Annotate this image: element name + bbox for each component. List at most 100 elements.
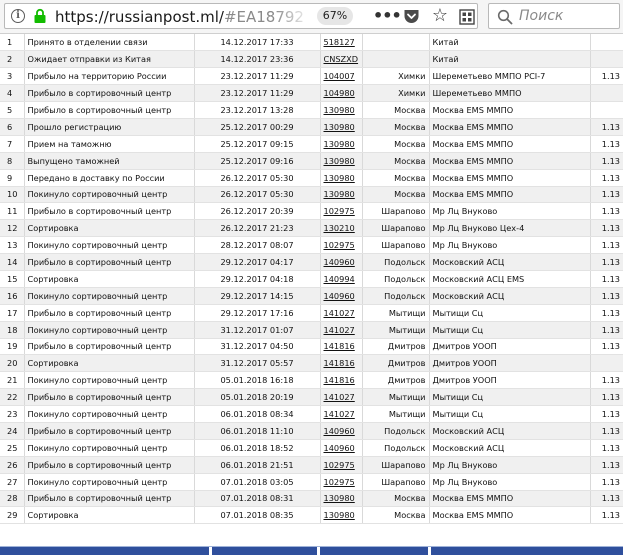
postal-index[interactable]: 130980: [320, 152, 363, 170]
postal-index[interactable]: 141027: [320, 405, 363, 423]
parcel-weight: 1.13: [590, 321, 623, 339]
operation-status: Ожидает отправки из Китая: [24, 50, 195, 69]
table-row: 4 Прибыло в сортировочный центр 23.12.2017…: [0, 84, 623, 103]
row-number: 22: [0, 388, 25, 407]
operation-date: 14.12.2017 23:36: [194, 50, 321, 69]
row-number: 21: [0, 371, 25, 390]
row-number: 11: [0, 202, 25, 221]
city-name: Мытищи: [362, 304, 430, 322]
postal-index[interactable]: 102975: [320, 202, 363, 221]
office-name: Дмитров УООП: [429, 371, 591, 390]
operation-status: Прибыло на территорию России: [24, 67, 195, 86]
reader-grid-icon[interactable]: [459, 9, 475, 25]
office-name: Московский АСЦ: [429, 253, 591, 271]
city-name: [362, 34, 430, 52]
city-name: Дмитров: [362, 371, 430, 390]
bookmark-star-icon[interactable]: ☆: [430, 6, 450, 26]
address-bar[interactable]: i https://russianpost.ml/#EA18792 67% ••…: [4, 3, 478, 29]
postal-index[interactable]: 130980: [320, 490, 363, 508]
office-name: Китай: [429, 50, 591, 69]
parcel-weight: [590, 101, 623, 119]
url-text[interactable]: https://russianpost.ml/#EA18792: [55, 7, 313, 27]
row-number: 5: [0, 101, 25, 119]
search-input[interactable]: [519, 7, 615, 25]
page-actions-menu-icon[interactable]: •••: [373, 8, 402, 26]
postal-index[interactable]: 140960: [320, 253, 363, 271]
table-row: 14 Прибыло в сортировочный центр 29.12.201…: [0, 253, 623, 271]
operation-date: 28.12.2017 08:07: [194, 236, 321, 255]
parcel-weight: 1.13: [590, 422, 623, 440]
office-name: Московский АСЦ: [429, 439, 591, 457]
postal-index[interactable]: 104980: [320, 84, 363, 103]
table-row: 21 Покинуло сортировочный центр 05.01.2018…: [0, 371, 623, 390]
postal-index[interactable]: 130980: [320, 118, 363, 136]
parcel-weight: 1.13: [590, 135, 623, 153]
row-number: 9: [0, 169, 25, 187]
office-name: Мытищи Сц: [429, 388, 591, 407]
tracking-rows: 1 Принято в отделении связи 14.12.2017 17:…: [0, 34, 623, 525]
row-number: 24: [0, 422, 25, 440]
postal-index[interactable]: 130980: [320, 186, 363, 204]
postal-index[interactable]: 141816: [320, 371, 363, 390]
city-name: Москва: [362, 169, 430, 187]
operation-date: 05.01.2018 20:19: [194, 388, 321, 407]
operation-date: 26.12.2017 05:30: [194, 186, 321, 204]
parcel-weight: 1.13: [590, 371, 623, 390]
office-name: Мр Лц Внуково: [429, 236, 591, 255]
city-name: Москва: [362, 506, 430, 525]
operation-date: 23.12.2017 13:28: [194, 101, 321, 119]
lock-icon[interactable]: [33, 8, 47, 24]
postal-index[interactable]: 130980: [320, 101, 363, 119]
postal-index[interactable]: 140960: [320, 439, 363, 457]
postal-index[interactable]: 140960: [320, 422, 363, 440]
table-row: 5 Прибыло в сортировочный центр 23.12.2017…: [0, 101, 623, 119]
city-name: Шарапово: [362, 236, 430, 255]
table-row: 16 Покинуло сортировочный центр 29.12.2017…: [0, 287, 623, 305]
pocket-icon[interactable]: [403, 8, 420, 25]
operation-date: 31.12.2017 04:50: [194, 338, 321, 356]
operation-status: Прибыло в сортировочный центр: [24, 388, 195, 407]
operation-date: 06.01.2018 08:34: [194, 405, 321, 423]
postal-index[interactable]: 518127: [320, 34, 363, 52]
zoom-level-button[interactable]: 67%: [317, 7, 353, 25]
postal-index[interactable]: 130980: [320, 169, 363, 187]
site-info-icon[interactable]: i: [11, 9, 25, 23]
postal-index[interactable]: 102975: [320, 236, 363, 255]
search-bar[interactable]: [488, 3, 620, 29]
postal-index[interactable]: 102975: [320, 456, 363, 474]
postal-index[interactable]: 141816: [320, 354, 363, 373]
city-name: Дмитров: [362, 354, 430, 373]
postal-index[interactable]: 130210: [320, 219, 363, 238]
table-row: 27 Покинуло сортировочный центр 07.01.2018…: [0, 473, 623, 491]
city-name: Подольск: [362, 439, 430, 457]
parcel-weight: [590, 34, 623, 52]
postal-index[interactable]: 141816: [320, 338, 363, 356]
postal-index[interactable]: 130980: [320, 135, 363, 153]
postal-index[interactable]: 141027: [320, 304, 363, 322]
table-row: 13 Покинуло сортировочный центр 28.12.2017…: [0, 236, 623, 255]
parcel-weight: 1.13: [590, 202, 623, 221]
operation-date: 06.01.2018 18:52: [194, 439, 321, 457]
operation-status: Покинуло сортировочный центр: [24, 186, 195, 204]
row-number: 14: [0, 253, 25, 271]
postal-index[interactable]: 140994: [320, 270, 363, 288]
office-name: Москва EMS ММПО: [429, 118, 591, 136]
parcel-weight: 1.13: [590, 490, 623, 508]
operation-status: Сортировка: [24, 219, 195, 238]
operation-status: Покинуло сортировочный центр: [24, 287, 195, 305]
parcel-weight: 1.13: [590, 253, 623, 271]
postal-index[interactable]: 130980: [320, 506, 363, 525]
row-number: 23: [0, 405, 25, 423]
postal-index[interactable]: 140960: [320, 287, 363, 305]
postal-index[interactable]: 104007: [320, 67, 363, 86]
operation-date: 07.01.2018 08:31: [194, 490, 321, 508]
postal-index[interactable]: 141027: [320, 321, 363, 339]
city-name: Мытищи: [362, 405, 430, 423]
postal-index[interactable]: 102975: [320, 473, 363, 491]
city-name: [362, 50, 430, 69]
operation-status: Покинуло сортировочный центр: [24, 236, 195, 255]
postal-index[interactable]: 141027: [320, 388, 363, 407]
postal-index[interactable]: CNSZXD: [320, 50, 363, 69]
operation-status: Принято в отделении связи: [24, 34, 195, 52]
office-name: Москва EMS ММПО: [429, 186, 591, 204]
